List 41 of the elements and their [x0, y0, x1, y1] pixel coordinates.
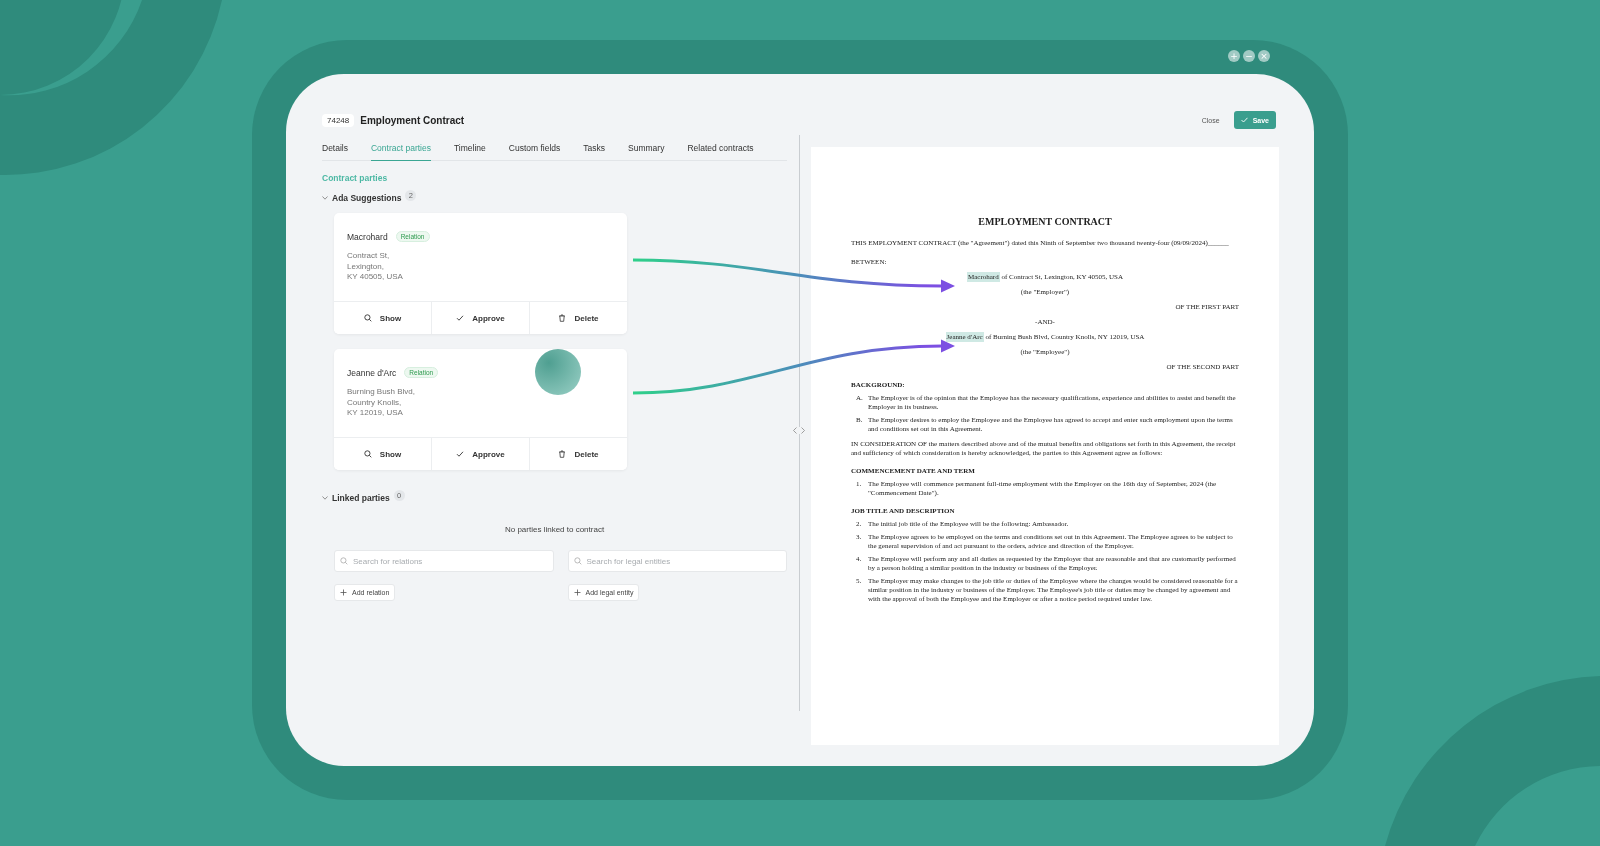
- party-name: Macrohard: [347, 231, 388, 242]
- delete-button[interactable]: Delete: [530, 438, 627, 470]
- tab[interactable]: Custom fields: [508, 137, 561, 161]
- search-field[interactable]: Search for relations: [334, 550, 554, 572]
- delete-button[interactable]: Delete: [530, 302, 627, 334]
- group-label: Linked parties: [332, 493, 390, 503]
- show-button[interactable]: Show: [334, 302, 432, 334]
- tab[interactable]: Details: [322, 137, 348, 161]
- tab[interactable]: Timeline: [454, 137, 486, 161]
- check-icon: [456, 314, 465, 322]
- search-icon: [340, 557, 348, 565]
- tab[interactable]: Summary: [628, 137, 665, 161]
- section-title: Contract parties: [322, 173, 389, 183]
- check-icon: [1240, 117, 1248, 123]
- party-address: Burning Bush Blvd, Country Knolls, KY 12019, USA: [347, 387, 417, 419]
- search-icon: [573, 557, 582, 565]
- document-title: EMPLOYMENT CONTRACT: [977, 217, 1113, 227]
- chevron-icon[interactable]: [322, 196, 328, 200]
- search-icon: [363, 450, 372, 458]
- approve-button[interactable]: Approve: [432, 438, 530, 470]
- group-label: Ada Suggestions: [332, 193, 402, 203]
- tab[interactable]: Tasks: [583, 137, 606, 161]
- contract-title: Employment Contract: [360, 114, 465, 126]
- chevron-right-icon[interactable]: [801, 427, 806, 434]
- tab[interactable]: Related contracts: [687, 137, 754, 161]
- search-icon: [363, 314, 372, 322]
- party-name: Jeanne d'Arc: [347, 367, 397, 378]
- touch-indicator: [535, 349, 581, 395]
- check-icon: [456, 450, 465, 458]
- chevron-left-icon[interactable]: [793, 427, 798, 434]
- approve-button[interactable]: Approve: [432, 302, 530, 334]
- chevron-icon[interactable]: [322, 496, 328, 500]
- trash-icon: [558, 314, 567, 322]
- plus-icon: [573, 589, 581, 596]
- party-address: Contract St, Lexington, KY 40505, USA: [347, 251, 404, 283]
- contract-id: 74248: [322, 113, 355, 127]
- search-field[interactable]: Search for legal entities: [567, 550, 788, 572]
- show-button[interactable]: Show: [334, 438, 432, 470]
- empty-message: No parties linked to contract: [503, 525, 606, 534]
- trash-icon: [558, 450, 567, 458]
- plus-icon: [340, 589, 347, 596]
